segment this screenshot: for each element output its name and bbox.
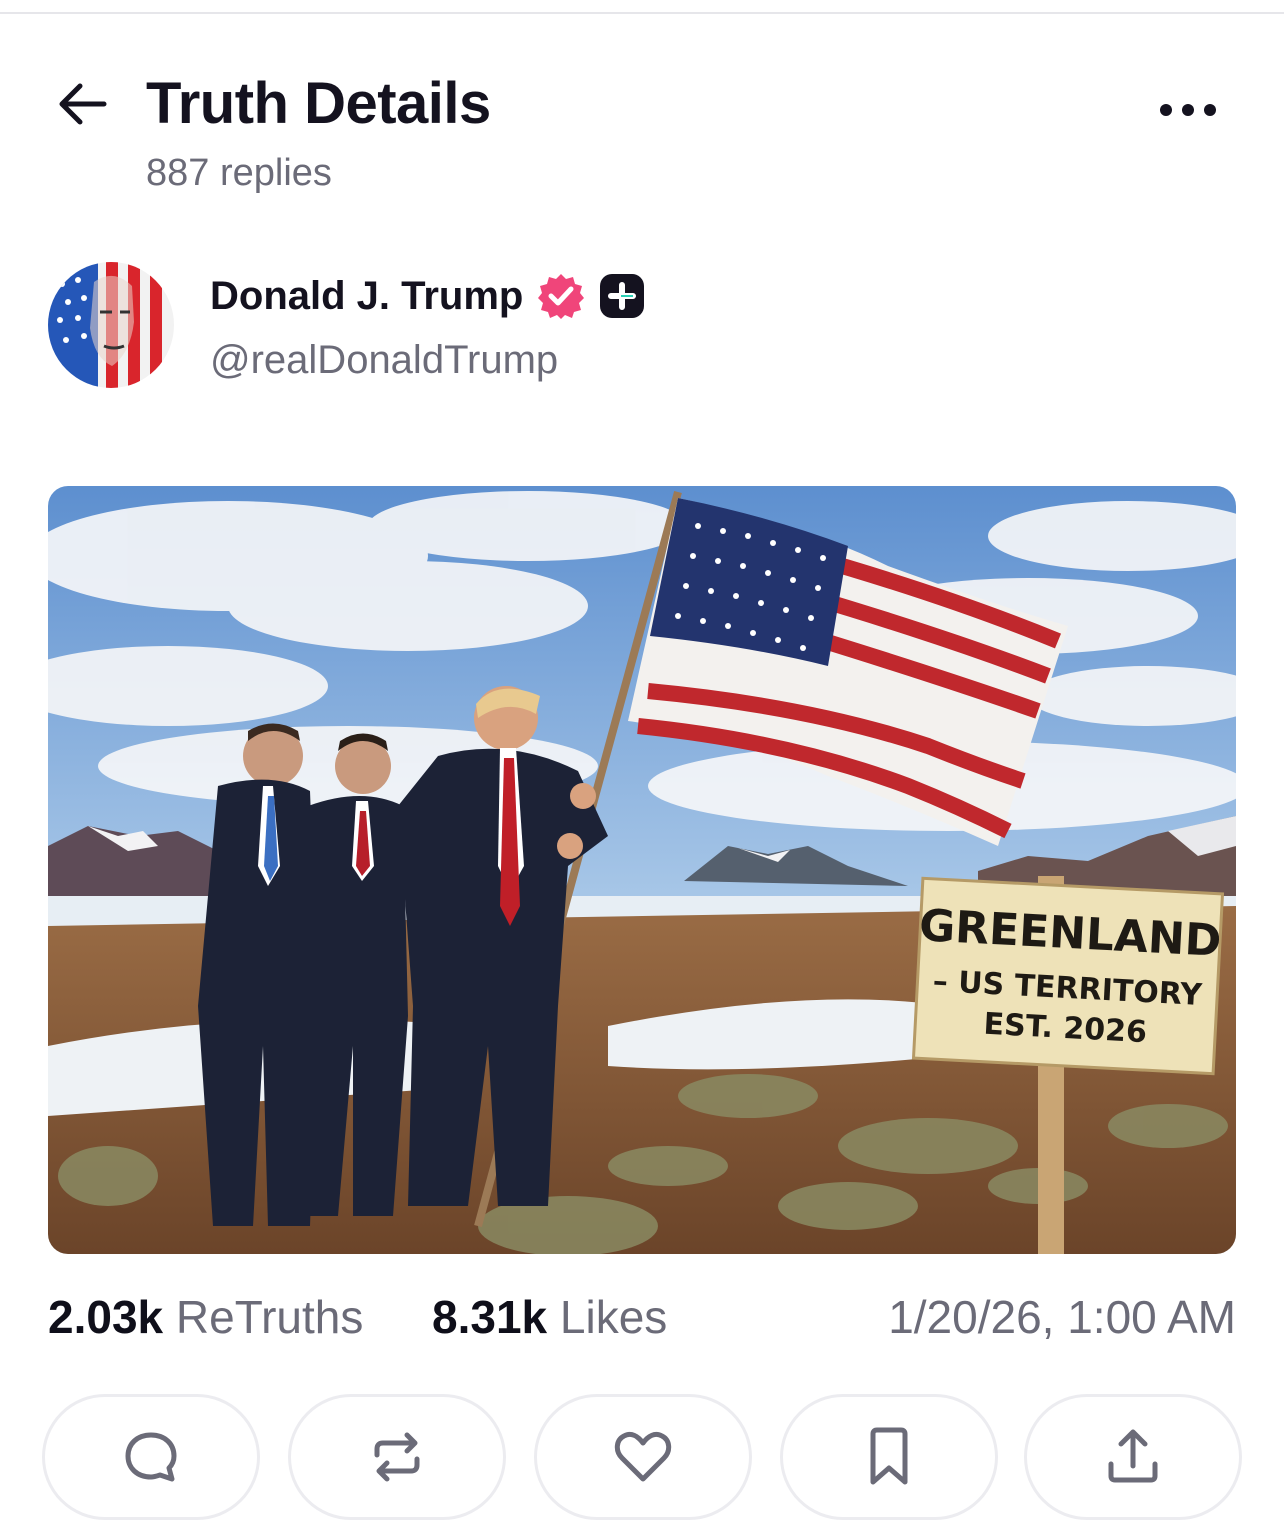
post-stats: 2.03k ReTruths 8.31k Likes 1/20/26, 1:00… <box>48 1290 1236 1346</box>
more-options-button[interactable] <box>1150 90 1230 130</box>
arrow-left-icon <box>59 83 107 125</box>
heart-icon <box>614 1431 672 1482</box>
retruths-count: 2.03k <box>48 1291 164 1343</box>
avatar[interactable] <box>48 262 174 388</box>
more-horizontal-icon <box>1160 104 1216 116</box>
back-button[interactable] <box>52 78 116 130</box>
page-title: Truth Details <box>146 71 491 136</box>
verified-badge-icon <box>538 274 585 319</box>
action-bar <box>42 1394 1242 1524</box>
retruths-stat[interactable]: 2.03k ReTruths <box>48 1290 363 1344</box>
retruth-button[interactable] <box>288 1394 506 1520</box>
reply-count: 887 replies <box>146 152 332 194</box>
author-name[interactable]: Donald J. Trump <box>210 274 523 319</box>
reply-button[interactable] <box>42 1394 260 1520</box>
post-author: Donald J. Trump @realDonaldTrump <box>48 262 1238 392</box>
post-image[interactable]: GREENLAND – US TERRITORY EST. 2026 <box>48 486 1236 1254</box>
retruths-label: ReTruths <box>175 1291 364 1343</box>
page-header: Truth Details 887 replies <box>0 60 1284 220</box>
share-icon <box>1108 1429 1158 1483</box>
likes-stat[interactable]: 8.31k Likes <box>432 1290 667 1344</box>
bookmark-button[interactable] <box>780 1394 998 1520</box>
like-button[interactable] <box>534 1394 752 1520</box>
share-button[interactable] <box>1024 1394 1242 1520</box>
truth-plus-icon <box>600 274 645 318</box>
bookmark-icon <box>870 1427 908 1485</box>
post-timestamp: 1/20/26, 1:00 AM <box>888 1291 1236 1343</box>
likes-count: 8.31k <box>432 1291 548 1343</box>
author-handle[interactable]: @realDonaldTrump <box>210 338 558 383</box>
top-divider <box>0 12 1284 14</box>
repost-icon <box>374 1432 420 1482</box>
reply-bubble-icon <box>125 1432 177 1482</box>
author-name-row: Donald J. Trump <box>210 272 645 320</box>
likes-label: Likes <box>559 1291 668 1343</box>
